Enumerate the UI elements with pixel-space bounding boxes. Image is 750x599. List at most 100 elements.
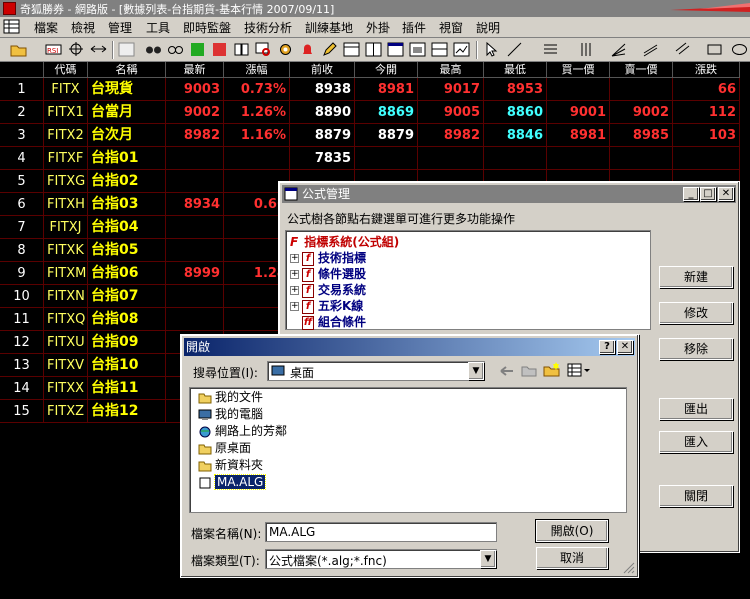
col-header-open[interactable]: 今開 (355, 62, 418, 78)
export-button[interactable]: 匯出 (659, 398, 733, 420)
chart-red-icon[interactable] (211, 41, 228, 58)
new-button[interactable]: 新建 (659, 266, 733, 288)
period-select-icon[interactable] (118, 41, 135, 58)
look-in-select[interactable]: 桌面 ▼ (267, 361, 485, 381)
help-button[interactable]: ? (599, 340, 615, 354)
resize-grip-icon[interactable] (623, 562, 635, 574)
vertical-lines-icon[interactable] (578, 41, 595, 58)
col-header-code[interactable]: 代碼 (44, 62, 88, 78)
file-item-network[interactable]: 網路上的芳鄰 (198, 423, 287, 439)
fan-lines-icon[interactable] (610, 41, 627, 58)
table-row[interactable]: 2 FITX1 台當月 9002 1.26% 8890 8869 9005 8860 9001 90… (0, 101, 740, 124)
search-chart-icon[interactable] (255, 41, 272, 58)
tree-node-trading-system[interactable]: + f 交易系統 (290, 281, 366, 298)
table-icon[interactable] (431, 41, 448, 58)
rsi-icon[interactable]: RSI (45, 41, 62, 58)
line-chart-icon[interactable] (453, 41, 470, 58)
file-item-ma-alg[interactable]: MA.ALG (198, 474, 267, 490)
filetype-select[interactable]: 公式檔案(*.alg;*.fnc) ▼ (265, 549, 497, 569)
col-header-bid[interactable]: 買一價 (547, 62, 610, 78)
file-item-old-desktop[interactable]: 原桌面 (198, 440, 251, 456)
pointer-icon[interactable] (482, 41, 499, 58)
link-icon[interactable] (167, 41, 184, 58)
menu-window[interactable]: 視窗 (439, 19, 463, 36)
close-button[interactable]: ✕ (718, 187, 734, 201)
grid-view-icon[interactable] (2, 19, 22, 35)
pencil-icon[interactable] (321, 41, 338, 58)
gear-icon[interactable] (277, 41, 294, 58)
channel-icon[interactable] (642, 41, 659, 58)
menu-manage[interactable]: 管理 (108, 19, 132, 36)
formula-tree[interactable]: F 指標系統(公式組) + f 技術指標 + f 條件選股 + f 交易系統 + f 五彩K線 f… (285, 230, 651, 330)
rectangle-icon[interactable] (706, 41, 723, 58)
chevron-down-icon[interactable]: ▼ (468, 362, 484, 380)
tree-node-combined-conditions[interactable]: ff 組合條件 (302, 313, 366, 330)
filename-input[interactable]: MA.ALG (265, 522, 497, 542)
table-row[interactable]: 1 FITX 台現貨 9003 0.73% 8938 8981 9017 8953 66 (0, 78, 740, 101)
remove-button[interactable]: 移除 (659, 338, 733, 360)
menu-view[interactable]: 檢視 (71, 19, 95, 36)
window-icon[interactable] (387, 41, 404, 58)
import-button[interactable]: 匯入 (659, 431, 733, 453)
menu-help[interactable]: 說明 (476, 19, 500, 36)
open-button[interactable]: 開啟(O) (535, 519, 609, 543)
alert-bell-icon[interactable] (299, 41, 316, 58)
line-tool-icon[interactable] (506, 41, 523, 58)
menu-addons[interactable]: 外掛 (366, 19, 390, 36)
crosshair-icon[interactable] (68, 41, 85, 58)
menu-file[interactable]: 檔案 (34, 19, 58, 36)
up-folder-icon[interactable] (521, 363, 537, 377)
edit-button[interactable]: 修改 (659, 302, 733, 324)
file-item-new-folder[interactable]: 新資料夾 (198, 457, 263, 473)
col-header-low[interactable]: 最低 (484, 62, 547, 78)
menu-training[interactable]: 訓練基地 (305, 19, 353, 36)
binocular-icon[interactable] (145, 41, 162, 58)
chevron-down-icon[interactable]: ▼ (480, 550, 496, 568)
split-view-icon[interactable] (365, 41, 382, 58)
open-dialog-title-bar[interactable]: 開啟 ? ✕ (184, 338, 635, 356)
open-folder-icon[interactable] (10, 41, 27, 58)
expand-icon[interactable]: + (290, 302, 299, 311)
expand-icon[interactable]: + (290, 270, 299, 279)
parallel-lines-icon[interactable] (674, 41, 691, 58)
tree-root[interactable]: F 指標系統(公式組) (290, 233, 399, 250)
col-header-prev-close[interactable]: 前收 (290, 62, 355, 78)
table-row[interactable]: 3 FITX2 台次月 8982 1.16% 8879 8879 8982 8846 8981 89… (0, 124, 740, 147)
tree-node-stock-selection[interactable]: + f 條件選股 (290, 265, 366, 282)
tree-node-tech-indicators[interactable]: + f 技術指標 (290, 249, 366, 266)
close-button[interactable]: ✕ (617, 340, 633, 354)
back-arrow-icon[interactable] (499, 364, 515, 378)
col-header-high[interactable]: 最高 (418, 62, 484, 78)
new-folder-icon[interactable] (543, 361, 561, 377)
chart-green-icon[interactable] (189, 41, 206, 58)
maximize-button[interactable]: □ (700, 187, 716, 201)
table-row[interactable]: 4 FITXF 台指01 7835 (0, 147, 740, 170)
file-list[interactable]: 我的文件 我的電腦 網路上的芳鄰 原桌面 新資料夾 MA.ALG (189, 387, 627, 513)
menu-tools[interactable]: 工具 (146, 19, 170, 36)
view-menu-icon[interactable] (567, 363, 591, 377)
menu-plugins[interactable]: 插件 (402, 19, 426, 36)
grid-icon[interactable] (409, 41, 426, 58)
ellipse-icon[interactable] (731, 41, 748, 58)
file-item-my-documents[interactable]: 我的文件 (198, 389, 263, 405)
menu-tech-analysis[interactable]: 技術分析 (244, 19, 292, 36)
tree-node-color-kline[interactable]: + f 五彩K線 (290, 297, 363, 314)
menu-monitor[interactable]: 即時監盤 (183, 19, 231, 36)
formula-manager-title-bar[interactable]: 公式管理 _ □ ✕ (282, 185, 736, 203)
book-icon[interactable] (233, 41, 250, 58)
col-header-change[interactable]: 漲跌 (673, 62, 740, 78)
expand-icon[interactable]: + (290, 254, 299, 263)
expand-icon[interactable]: + (290, 286, 299, 295)
layout-icon[interactable] (343, 41, 360, 58)
col-header-last[interactable]: 最新 (166, 62, 224, 78)
file-item-my-computer[interactable]: 我的電腦 (198, 406, 263, 422)
col-header-change-pct[interactable]: 漲幅 (224, 62, 290, 78)
arrows-icon[interactable] (90, 41, 107, 58)
cancel-button[interactable]: 取消 (536, 547, 608, 569)
col-header-idx[interactable] (0, 62, 44, 78)
close-dialog-button[interactable]: 關閉 (659, 485, 733, 507)
horizontal-lines-icon[interactable] (542, 41, 559, 58)
col-header-name[interactable]: 名稱 (88, 62, 166, 78)
col-header-ask[interactable]: 賣一價 (610, 62, 673, 78)
minimize-button[interactable]: _ (683, 187, 699, 201)
